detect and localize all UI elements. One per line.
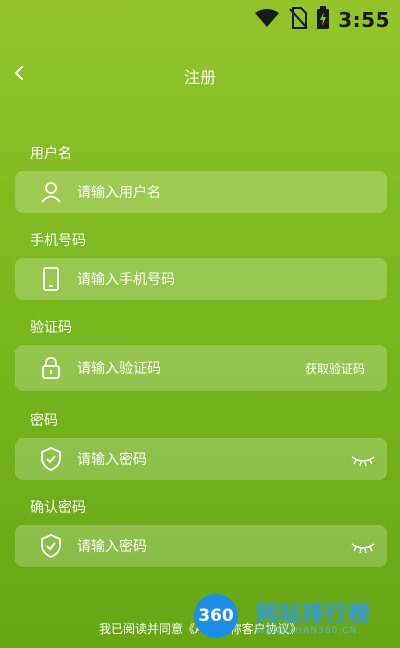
confirm-password-label: 确认密码	[30, 500, 86, 516]
confirm-password-field[interactable]: 请输入密码	[15, 525, 387, 567]
username-input[interactable]: 请输入用户名	[77, 182, 387, 202]
phone-field[interactable]: 请输入手机号码	[15, 258, 387, 300]
no-sim-icon	[288, 7, 308, 33]
get-code-button[interactable]: 获取验证码	[305, 360, 365, 377]
status-time: 3:55	[338, 8, 390, 32]
code-field[interactable]: 请输入验证码 获取验证码	[15, 345, 387, 391]
confirm-password-input[interactable]: 请输入密码	[77, 536, 351, 556]
username-field[interactable]: 请输入用户名	[15, 171, 387, 213]
user-icon	[39, 180, 63, 204]
watermark-text: 网站排行榜	[256, 602, 372, 627]
eye-closed-icon[interactable]	[351, 539, 375, 554]
password-input[interactable]: 请输入密码	[77, 449, 351, 469]
code-label: 验证码	[30, 320, 72, 336]
battery-icon	[316, 6, 330, 34]
code-input[interactable]: 请输入验证码	[77, 358, 305, 378]
header: 注册	[0, 56, 400, 92]
phone-label: 手机号码	[30, 233, 86, 249]
phone-icon	[39, 267, 63, 291]
watermark-badge: 360	[194, 594, 238, 638]
status-bar: 3:55	[0, 0, 400, 36]
watermark: 360 网站排行榜 WANGZHAN360.CN	[192, 592, 400, 648]
status-icons: 3:55	[254, 6, 390, 34]
phone-input[interactable]: 请输入手机号码	[77, 269, 387, 289]
lock-icon	[39, 356, 63, 380]
username-label: 用户名	[30, 146, 72, 162]
shield-check-icon	[39, 447, 63, 471]
eye-closed-icon[interactable]	[351, 452, 375, 467]
wifi-icon	[254, 8, 280, 32]
password-label: 密码	[30, 413, 58, 429]
page-title: 注册	[183, 68, 216, 87]
shield-check-icon	[39, 534, 63, 558]
watermark-sub: WANGZHAN360.CN	[256, 626, 358, 636]
password-field[interactable]: 请输入密码	[15, 438, 387, 480]
